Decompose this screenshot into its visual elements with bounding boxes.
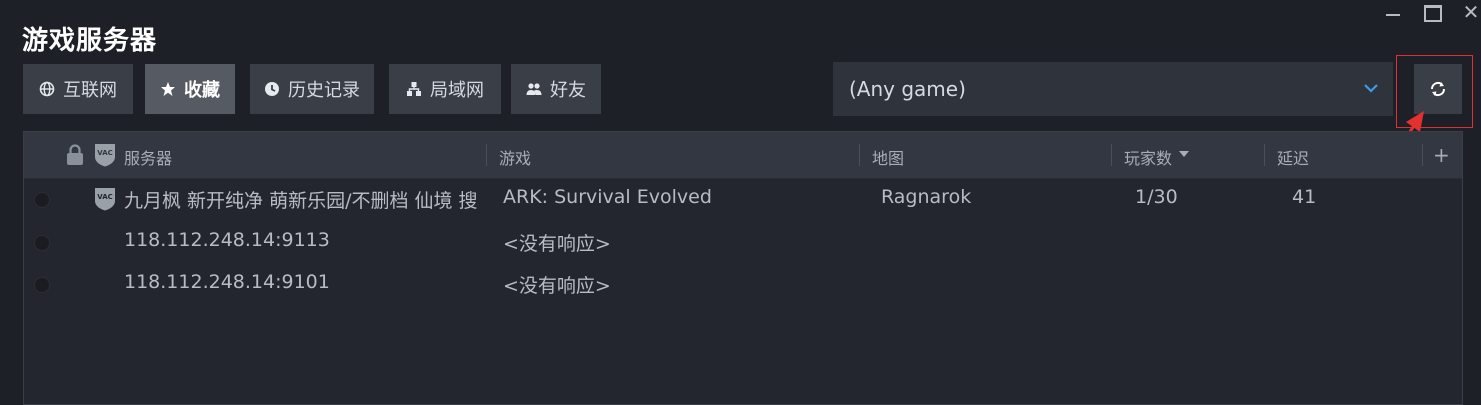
cell-game: <没有响应> bbox=[503, 233, 611, 255]
friends-icon bbox=[526, 83, 542, 95]
maximize-button[interactable] bbox=[1421, 2, 1445, 24]
tab-label: 历史记录 bbox=[288, 80, 360, 101]
column-server[interactable]: 服务器 bbox=[124, 145, 172, 169]
vac-badge-text: VAC bbox=[97, 149, 113, 157]
cell-server: 九月枫 新开纯净 萌新乐园/不删档 仙境 搜 bbox=[124, 190, 478, 212]
star-icon bbox=[161, 82, 175, 96]
vac-badge-text: VAC bbox=[97, 193, 113, 201]
game-filter-value: (Any game) bbox=[849, 77, 966, 101]
tab-favorites[interactable]: 收藏 bbox=[145, 64, 235, 114]
table-row[interactable]: 118.112.248.14:9101 <没有响应> bbox=[24, 262, 1462, 304]
globe-icon bbox=[39, 81, 55, 97]
cell-players: 1/30 bbox=[1135, 186, 1178, 208]
server-list: VAC 服务器 游戏 地图 玩家数 延迟 + VAC 九月枫 新开纯净 萌新乐园… bbox=[23, 131, 1463, 405]
tab-friends[interactable]: 好友 bbox=[511, 64, 601, 114]
tab-label: 收藏 bbox=[184, 80, 220, 101]
cell-game: <没有响应> bbox=[503, 275, 611, 297]
add-column-button[interactable]: + bbox=[1433, 143, 1450, 167]
clock-icon bbox=[265, 82, 279, 96]
refresh-icon bbox=[1430, 81, 1446, 97]
cell-server: 118.112.248.14:9101 bbox=[124, 271, 330, 293]
tab-label: 互联网 bbox=[63, 80, 117, 101]
cell-server: 118.112.248.14:9113 bbox=[124, 229, 330, 251]
column-map[interactable]: 地图 bbox=[872, 145, 904, 169]
sort-desc-icon bbox=[1179, 151, 1189, 157]
table-row[interactable]: VAC 九月枫 新开纯净 萌新乐园/不删档 仙境 搜 ARK: Survival… bbox=[24, 177, 1462, 219]
cell-latency: 41 bbox=[1292, 186, 1317, 208]
column-game[interactable]: 游戏 bbox=[499, 145, 531, 169]
tab-label: 好友 bbox=[550, 80, 586, 101]
minimize-button[interactable] bbox=[1382, 2, 1406, 24]
lan-icon bbox=[407, 82, 421, 96]
chevron-down-icon bbox=[1364, 84, 1378, 93]
column-players[interactable]: 玩家数 bbox=[1124, 145, 1172, 169]
tab-lan[interactable]: 局域网 bbox=[389, 64, 501, 114]
cell-game: ARK: Survival Evolved bbox=[503, 186, 712, 208]
status-dot bbox=[34, 192, 50, 208]
window-title: 游戏服务器 bbox=[22, 26, 158, 56]
status-dot bbox=[34, 277, 50, 293]
tab-label: 局域网 bbox=[430, 80, 484, 101]
tab-internet[interactable]: 互联网 bbox=[23, 64, 133, 114]
column-latency[interactable]: 延迟 bbox=[1277, 145, 1309, 169]
status-dot bbox=[34, 235, 50, 251]
lock-icon[interactable] bbox=[66, 144, 84, 166]
cell-map: Ragnarok bbox=[881, 186, 972, 208]
tab-history[interactable]: 历史记录 bbox=[250, 64, 374, 114]
game-filter-select[interactable]: (Any game) bbox=[833, 62, 1393, 116]
close-button[interactable]: ✕ bbox=[1460, 2, 1481, 24]
vac-shield-icon[interactable]: VAC bbox=[94, 143, 116, 167]
table-row[interactable]: 118.112.248.14:9113 <没有响应> bbox=[24, 220, 1462, 262]
refresh-button[interactable] bbox=[1414, 64, 1462, 114]
vac-shield-icon: VAC bbox=[95, 188, 115, 211]
list-header: VAC 服务器 游戏 地图 玩家数 延迟 + bbox=[24, 132, 1462, 179]
